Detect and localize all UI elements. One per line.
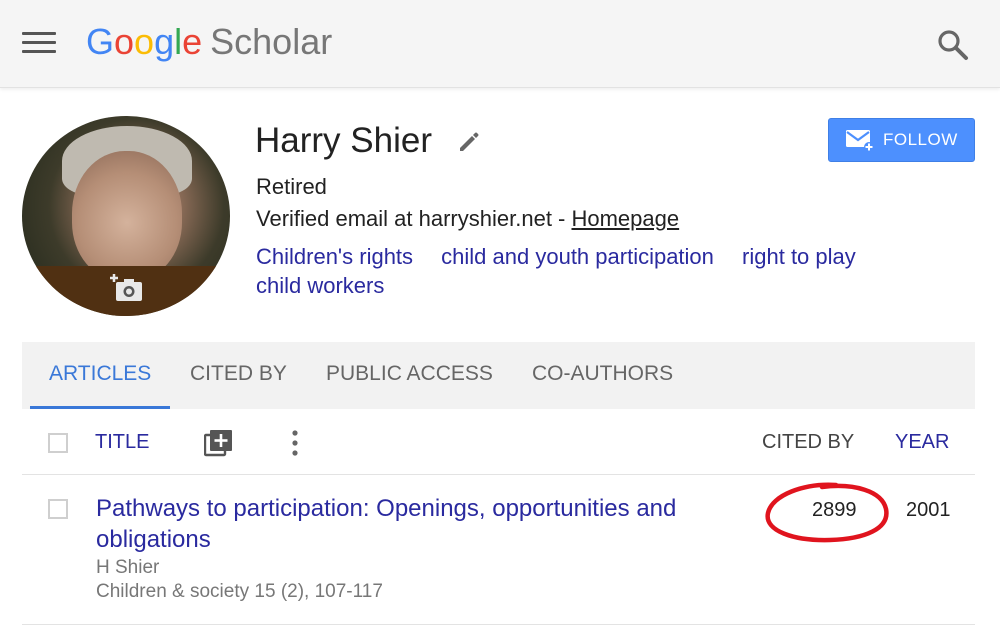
select-all-checkbox[interactable] (48, 433, 68, 453)
article-venue: Children & society 15 (2), 107-117 (96, 581, 383, 602)
article-year: 2001 (906, 499, 951, 521)
top-bar: Google Scholar (0, 0, 1000, 88)
logo-scholar-text: Scholar (210, 21, 333, 62)
add-photo-camera-icon[interactable] (108, 270, 146, 306)
edit-pencil-icon[interactable] (456, 128, 482, 154)
search-icon[interactable] (936, 28, 970, 62)
hamburger-menu-icon[interactable] (22, 32, 56, 56)
profile-name-row: Harry Shier (255, 118, 482, 164)
follow-button-label: FOLLOW (883, 130, 958, 149)
interest-link-child-workers[interactable]: child workers (256, 271, 384, 300)
tab-articles[interactable]: ARTICLES (49, 362, 151, 386)
tab-public-access[interactable]: PUBLIC ACCESS (326, 362, 493, 386)
tab-co-authors[interactable]: CO-AUTHORS (532, 362, 673, 386)
red-annotation-circle (765, 482, 889, 543)
mail-follow-icon (846, 130, 874, 152)
follow-button[interactable]: FOLLOW (828, 118, 975, 162)
interest-link-childrens-rights[interactable]: Children's rights (256, 242, 413, 271)
column-header-year[interactable]: YEAR (895, 431, 949, 454)
add-article-icon[interactable] (204, 429, 234, 457)
article-title-link[interactable]: Pathways to participation: Openings, opp… (96, 493, 736, 555)
profile-name: Harry Shier (255, 121, 432, 160)
google-scholar-logo[interactable]: Google Scholar (86, 20, 332, 64)
column-header-title[interactable]: TITLE (95, 431, 149, 454)
profile-tabs: ARTICLES CITED BY PUBLIC ACCESS CO-AUTHO… (22, 342, 975, 409)
table-row: Pathways to participation: Openings, opp… (22, 475, 975, 625)
row-select-checkbox[interactable] (48, 499, 68, 519)
interest-link-right-to-play[interactable]: right to play (742, 242, 856, 271)
column-header-cited-by[interactable]: CITED BY (762, 431, 854, 454)
more-options-icon[interactable] (290, 429, 300, 459)
interest-link-child-youth-participation[interactable]: child and youth participation (441, 242, 714, 271)
research-interests: Children's rights child and youth partic… (256, 242, 956, 300)
articles-table-header: TITLE CITED BY YEAR (22, 409, 975, 475)
article-authors: H Shier (96, 557, 160, 578)
verified-email-line: Verified email at harryshier.net - Homep… (256, 206, 680, 231)
homepage-link[interactable]: Homepage (571, 206, 679, 231)
tab-cited-by[interactable]: CITED BY (190, 362, 287, 386)
profile-affiliation: Retired (256, 174, 327, 199)
